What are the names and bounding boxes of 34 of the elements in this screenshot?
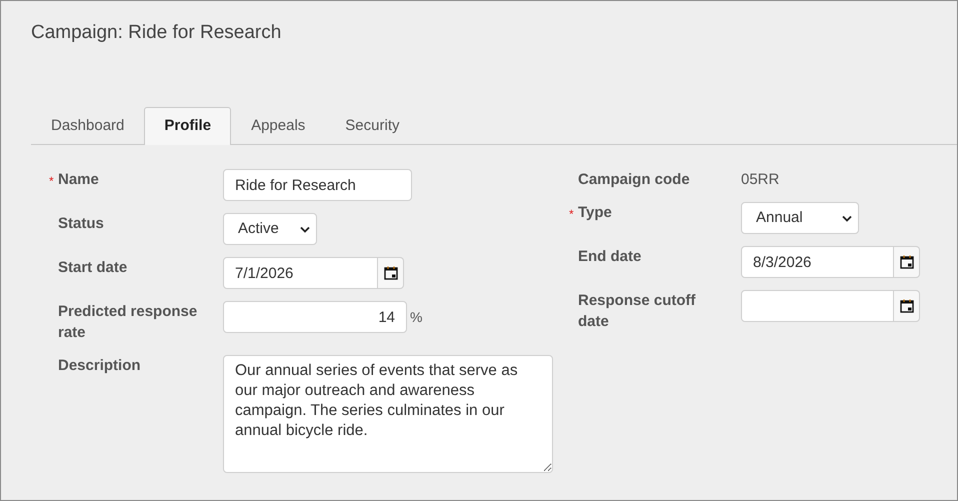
tab[interactable]: Dashboard — [31, 107, 144, 145]
field-label: Response cutoff date — [578, 291, 697, 332]
required-marker: * — [569, 207, 574, 221]
input-field[interactable]: Ride for Research — [223, 169, 412, 201]
unit-label: % — [410, 308, 422, 326]
calendar-icon — [900, 255, 914, 269]
field-label: Status — [58, 214, 105, 234]
field-label: End date — [578, 247, 642, 267]
page-title: Campaign: Ride for Research — [31, 21, 282, 45]
date-field[interactable]: 7/1/2026 — [223, 257, 378, 289]
tab[interactable]: Appeals — [231, 107, 326, 145]
chevron-down-icon — [842, 214, 852, 222]
calendar-button[interactable] — [894, 246, 920, 278]
field-label: Campaign code — [578, 170, 691, 190]
calendar-button[interactable] — [378, 257, 404, 289]
field-label: Type — [578, 203, 613, 223]
dropdown[interactable]: Active — [223, 213, 317, 245]
calendar-icon — [900, 299, 914, 313]
calendar-button[interactable] — [894, 290, 920, 322]
field-label: Start date — [58, 258, 128, 278]
date-field[interactable]: 8/3/2026 — [741, 246, 894, 278]
field-label: Predicted response rate — [58, 302, 198, 343]
calendar-icon — [384, 266, 398, 280]
tab[interactable]: Profile — [144, 107, 232, 145]
date-field[interactable] — [741, 290, 894, 322]
required-marker: * — [49, 174, 54, 188]
field-label: Description — [58, 356, 142, 376]
chevron-down-icon — [300, 226, 310, 232]
text-area[interactable]: Our annual series of events that serve as our major outreach and awareness campaign. The series culminates in our annual bicycle ride. — [223, 355, 553, 473]
tab[interactable]: Security — [325, 107, 420, 145]
field-label: Name — [58, 170, 100, 190]
input-field[interactable]: 14 — [223, 301, 407, 333]
dropdown[interactable]: Annual — [741, 202, 859, 234]
field-value: 05RR — [741, 170, 780, 190]
